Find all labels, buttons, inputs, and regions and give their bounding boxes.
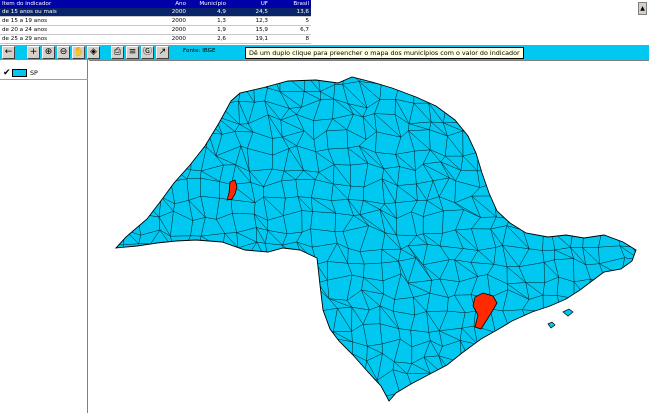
state-map-svg[interactable] <box>0 1 649 414</box>
map-canvas[interactable] <box>89 60 649 413</box>
coastal-island <box>563 309 573 316</box>
state-shape[interactable] <box>116 77 636 401</box>
coastal-island <box>548 322 555 328</box>
